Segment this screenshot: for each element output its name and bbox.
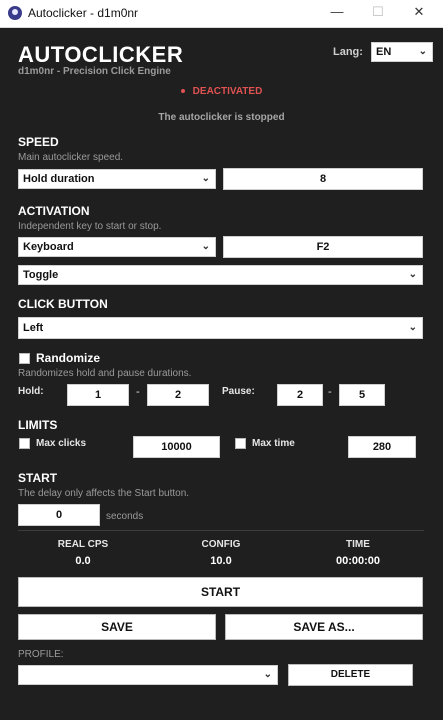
status-message: The autoclicker is stopped (158, 112, 285, 123)
speed-mode-value: Hold duration (23, 173, 95, 185)
lang-select-value: EN (376, 46, 392, 58)
start-delay-unit: seconds (106, 511, 144, 522)
chevron-down-icon: ⌄ (263, 669, 272, 680)
lang-select[interactable]: EN ⌄ (371, 42, 433, 62)
chevron-down-icon: ⌄ (201, 241, 210, 252)
main-panel: AUTOCLICKER d1m0nr - Precision Click Eng… (0, 28, 443, 720)
minimize-button[interactable]: — (325, 4, 349, 19)
save-as-button[interactable]: SAVE AS... (225, 614, 423, 640)
max-clicks-label: Max clicks (36, 438, 87, 449)
click-button-title: CLICK BUTTON (18, 297, 108, 311)
divider (18, 530, 424, 531)
brand-title: AUTOCLICKER (18, 42, 184, 67)
max-clicks-checkbox[interactable] (19, 438, 30, 449)
pause-range-separator: - (328, 386, 332, 398)
hold-min-input[interactable]: 1 (67, 384, 129, 406)
chevron-down-icon: ⌄ (418, 46, 427, 57)
pause-max-input[interactable]: 5 (339, 384, 385, 406)
hold-label: Hold: (18, 386, 44, 397)
start-title: START (18, 471, 58, 485)
pause-label: Pause: (222, 386, 255, 397)
pause-min-input[interactable]: 2 (277, 384, 323, 406)
lang-label: Lang: (333, 46, 363, 58)
maximize-button[interactable]: ☐ (366, 4, 390, 20)
hold-max-input[interactable]: 2 (147, 384, 209, 406)
time-label: TIME (346, 539, 370, 550)
profile-label: PROFILE: (18, 649, 64, 660)
activation-mode-select[interactable]: Toggle ⌄ (18, 265, 423, 285)
status-dot-icon (180, 89, 185, 94)
click-button-select[interactable]: Left ⌄ (18, 317, 423, 339)
max-time-input[interactable]: 280 (348, 436, 416, 458)
config-label: CONFIG (201, 539, 241, 550)
status-text: DEACTIVATED (192, 86, 263, 97)
speed-value-input[interactable]: 8 (223, 168, 423, 190)
start-desc: The delay only affects the Start button. (18, 488, 190, 499)
chevron-down-icon: ⌄ (201, 173, 210, 184)
randomize-desc: Randomizes hold and pause durations. (18, 368, 192, 379)
profile-select[interactable]: ⌄ (18, 665, 278, 685)
close-button[interactable]: ✕ (407, 4, 431, 20)
activation-desc: Independent key to start or stop. (18, 221, 162, 232)
chevron-down-icon: ⌄ (408, 322, 417, 333)
activation-device-value: Keyboard (23, 241, 74, 253)
real-cps-label: REAL CPS (57, 539, 109, 550)
window-title: Autoclicker - d1m0nr (28, 6, 139, 20)
app-icon (8, 6, 22, 20)
activation-mode-value: Toggle (23, 269, 59, 281)
randomize-label: Randomize (36, 351, 101, 365)
speed-mode-select[interactable]: Hold duration ⌄ (18, 169, 216, 189)
max-time-label: Max time (252, 438, 295, 449)
activation-device-select[interactable]: Keyboard ⌄ (18, 237, 216, 257)
start-delay-input[interactable]: 0 (18, 504, 100, 526)
chevron-down-icon: ⌄ (408, 269, 417, 280)
activation-title: ACTIVATION (18, 204, 90, 218)
click-button-value: Left (23, 322, 44, 334)
save-button[interactable]: SAVE (18, 614, 216, 640)
config-value: 10.0 (210, 555, 232, 567)
activation-key-input[interactable]: F2 (223, 236, 423, 258)
speed-title: SPEED (18, 135, 59, 149)
hold-range-separator: - (136, 386, 140, 398)
max-clicks-input[interactable]: 10000 (133, 436, 220, 458)
title-bar: Autoclicker - d1m0nr — ☐ ✕ (0, 0, 443, 28)
delete-button[interactable]: DELETE (288, 664, 413, 686)
randomize-checkbox[interactable] (19, 353, 30, 364)
real-cps-value: 0.0 (75, 555, 91, 567)
speed-desc: Main autoclicker speed. (18, 152, 124, 163)
brand-subtitle: d1m0nr - Precision Click Engine (18, 66, 171, 77)
time-value: 00:00:00 (335, 555, 381, 567)
start-button[interactable]: START (18, 577, 423, 607)
limits-title: LIMITS (18, 418, 58, 432)
max-time-checkbox[interactable] (235, 438, 246, 449)
status-indicator: DEACTIVATED (0, 86, 443, 97)
